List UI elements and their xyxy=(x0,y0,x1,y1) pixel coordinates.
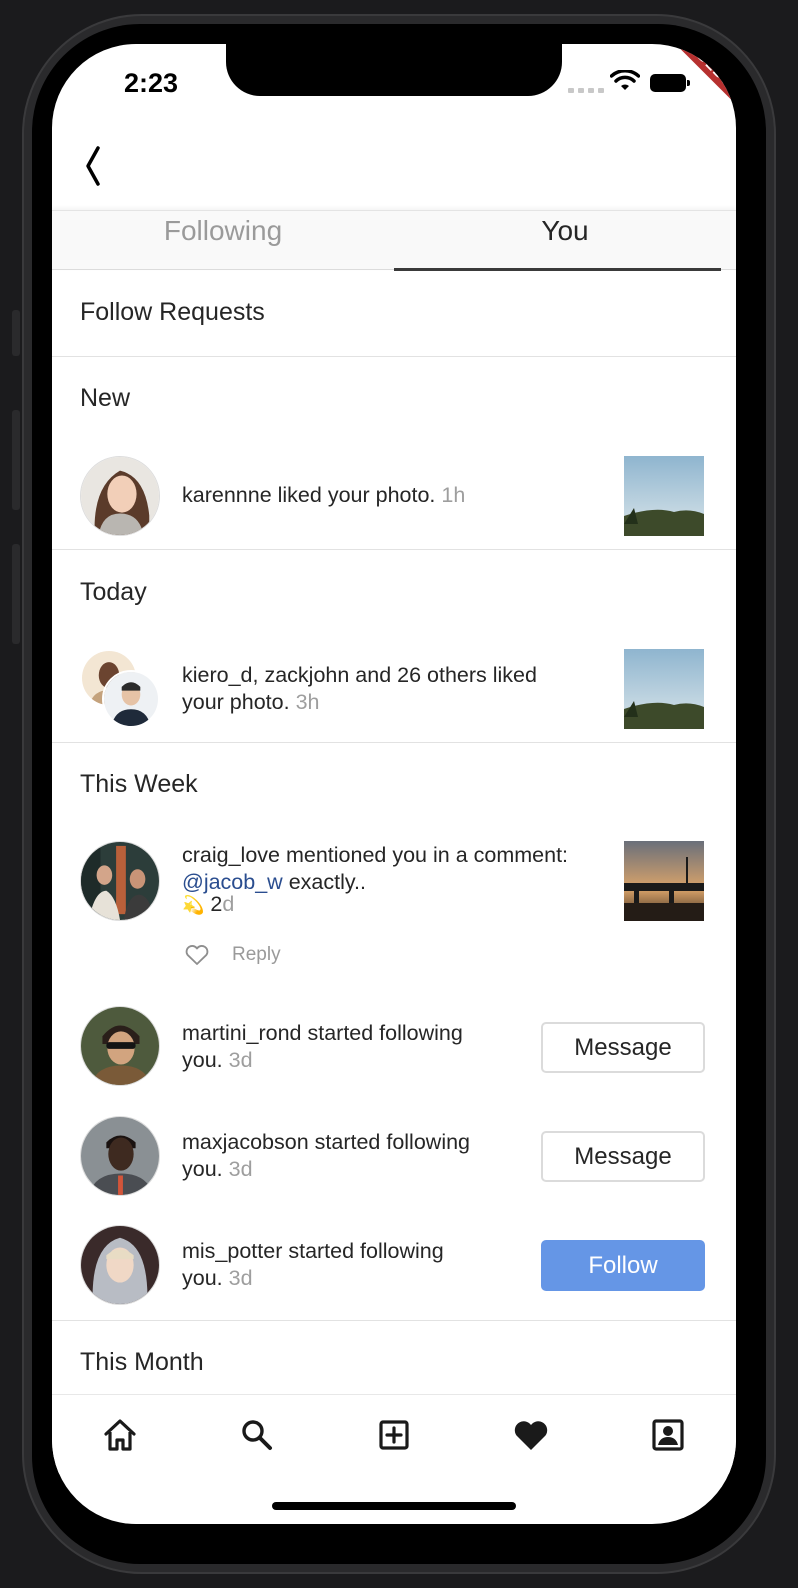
avatar-zackjohn[interactable] xyxy=(102,670,160,728)
post-thumbnail[interactable] xyxy=(624,649,704,729)
dizzy-emoji: 💫 xyxy=(182,895,205,915)
app-bar xyxy=(52,134,736,210)
notification-text: mis_potter started following you. 3d xyxy=(182,1238,444,1292)
notification-message: craig_love mentioned you in a comment: xyxy=(182,843,569,867)
activity-heart-icon[interactable] xyxy=(511,1415,551,1455)
profile-icon[interactable] xyxy=(648,1415,688,1455)
section-title-new: New xyxy=(80,384,131,412)
back-arrow-icon[interactable] xyxy=(72,144,116,188)
notification-text: karennne liked your photo. 1h xyxy=(182,482,465,509)
avatar-mis-potter[interactable] xyxy=(80,1225,160,1305)
divider xyxy=(52,1320,736,1321)
notification-message: kiero_d, zackjohn and 26 others liked xyxy=(182,663,537,687)
comment-text: exactly.. xyxy=(288,870,366,894)
notification-message-cont: you. xyxy=(182,1266,223,1290)
comment-actions: Reply xyxy=(184,944,281,966)
notification-time-unit: d xyxy=(222,892,235,916)
notification-time: 3h xyxy=(295,690,320,714)
post-thumbnail[interactable] xyxy=(624,456,704,536)
notification-message-cont: you. xyxy=(182,1048,223,1072)
volume-down-button xyxy=(12,544,20,644)
home-indicator[interactable] xyxy=(272,1502,516,1510)
avatar-karennne[interactable] xyxy=(80,456,160,536)
notification-time: 3d xyxy=(228,1266,253,1290)
power-button xyxy=(766,448,774,608)
section-title-this-week: This Week xyxy=(80,770,198,798)
silent-switch xyxy=(12,310,20,356)
notification-text: maxjacobson started following you. 3d xyxy=(182,1129,470,1183)
notification-time: 1h xyxy=(441,483,466,507)
notification-message-cont: you. xyxy=(182,1157,223,1181)
like-comment-heart-icon[interactable] xyxy=(184,944,210,966)
activity-tabs: Following You xyxy=(52,210,736,271)
notification-text: craig_love mentioned you in a comment: @… xyxy=(182,842,568,919)
search-icon[interactable] xyxy=(237,1415,277,1455)
battery-icon xyxy=(650,74,690,92)
post-thumbnail[interactable] xyxy=(624,841,704,921)
avatar-martini-rond[interactable] xyxy=(80,1006,160,1086)
active-tab-indicator xyxy=(394,268,721,271)
cellular-signal-icon xyxy=(568,88,604,93)
avatar-craig-love[interactable] xyxy=(80,841,160,921)
notification-text: martini_rond started following you. 3d xyxy=(182,1020,463,1074)
status-time: 2:23 xyxy=(124,68,179,98)
home-icon[interactable] xyxy=(100,1415,140,1455)
avatar-maxjacobson[interactable] xyxy=(80,1116,160,1196)
wifi-icon xyxy=(610,70,640,90)
message-button[interactable]: Message xyxy=(541,1022,705,1073)
section-title-this-month: This Month xyxy=(80,1348,204,1376)
bottom-navigation xyxy=(52,1394,736,1474)
add-post-icon[interactable] xyxy=(374,1415,414,1455)
volume-up-button xyxy=(12,410,20,510)
tab-you[interactable]: You xyxy=(394,211,736,271)
divider xyxy=(52,549,736,550)
notification-message: maxjacobson started following xyxy=(182,1130,471,1154)
follow-button[interactable]: Follow xyxy=(541,1240,705,1291)
section-title-today: Today xyxy=(80,578,147,606)
notification-text: kiero_d, zackjohn and 26 others liked yo… xyxy=(182,662,537,716)
reply-button[interactable]: Reply xyxy=(232,944,281,966)
screen: 2:23 DEBUG Following You Follow Requests… xyxy=(52,44,736,1524)
divider xyxy=(52,356,736,357)
notification-message: mis_potter started following xyxy=(182,1239,444,1263)
notification-message: martini_rond started following xyxy=(182,1021,463,1045)
notification-time: 3d xyxy=(228,1048,253,1072)
notification-message: karennne liked your photo. xyxy=(182,483,436,507)
divider xyxy=(52,742,736,743)
tab-following[interactable]: Following xyxy=(52,211,394,271)
notification-time: 3d xyxy=(228,1157,253,1181)
notification-time-number: 2 xyxy=(210,892,223,916)
notification-message-cont: your photo. xyxy=(182,690,290,714)
follow-requests-link[interactable]: Follow Requests xyxy=(52,298,736,327)
notch xyxy=(226,44,562,96)
message-button[interactable]: Message xyxy=(541,1131,705,1182)
